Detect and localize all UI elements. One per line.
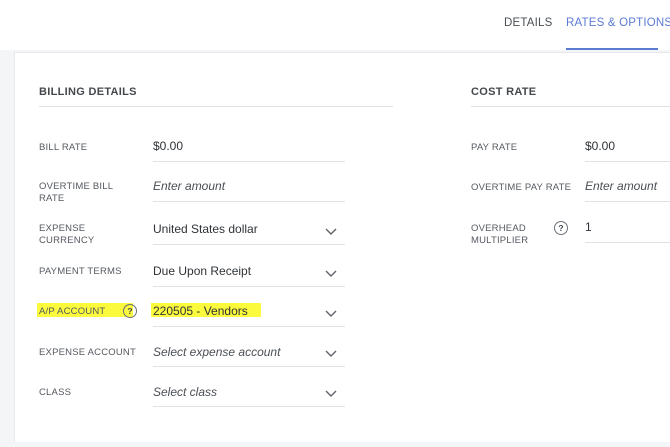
chevron-down-icon[interactable] bbox=[324, 388, 338, 398]
pay-rate-input[interactable]: $0.00 bbox=[585, 139, 615, 153]
chevron-down-icon[interactable] bbox=[324, 308, 338, 318]
overtime-bill-rate-label-line2: RATE bbox=[39, 193, 65, 204]
cost-rate-divider bbox=[471, 106, 670, 107]
bill-rate-input[interactable]: $0.00 bbox=[153, 139, 183, 153]
expense-account-underline bbox=[153, 366, 345, 367]
overtime-bill-rate-input[interactable]: Enter amount bbox=[153, 179, 225, 193]
overtime-bill-rate-label-line1: OVERTIME BILL bbox=[39, 181, 114, 192]
bill-rate-label: BILL RATE bbox=[39, 142, 88, 153]
overtime-pay-rate-underline bbox=[585, 201, 670, 202]
help-circle-icon[interactable]: ? bbox=[554, 221, 568, 235]
tab-details[interactable]: DETAILS bbox=[504, 17, 552, 29]
active-tab-indicator bbox=[566, 48, 658, 50]
bill-rate-underline bbox=[153, 161, 345, 162]
payment-terms-select[interactable]: Due Upon Receipt bbox=[153, 264, 251, 278]
overtime-pay-rate-input[interactable]: Enter amount bbox=[585, 179, 657, 193]
overhead-multiplier-underline bbox=[585, 242, 670, 243]
top-tab-bar: DETAILS RATES & OPTIONS bbox=[0, 0, 670, 50]
overtime-bill-rate-label: OVERTIME BILL RATE bbox=[39, 181, 139, 205]
ap-account-select[interactable]: 220505 - Vendors bbox=[153, 304, 248, 318]
chevron-down-icon[interactable] bbox=[324, 226, 338, 236]
overtime-pay-rate-label: OVERTIME PAY RATE bbox=[471, 182, 572, 193]
expense-currency-label-line2: CURRENCY bbox=[39, 235, 95, 246]
overhead-multiplier-label-line2: MULTIPLIER bbox=[471, 235, 529, 246]
tab-rates-options[interactable]: RATES & OPTIONS bbox=[566, 17, 670, 29]
overhead-multiplier-label-line1: OVERHEAD bbox=[471, 223, 526, 234]
billing-details-title: BILLING DETAILS bbox=[39, 86, 137, 98]
pay-rate-underline bbox=[585, 161, 670, 162]
chevron-down-icon[interactable] bbox=[324, 348, 338, 358]
rates-options-panel: BILLING DETAILS BILL RATE $0.00 OVERTIME… bbox=[14, 52, 670, 442]
payment-terms-underline bbox=[153, 286, 345, 287]
expense-currency-label-line1: EXPENSE bbox=[39, 223, 86, 234]
expense-account-label: EXPENSE ACCOUNT bbox=[39, 347, 136, 358]
class-underline bbox=[153, 406, 345, 407]
expense-currency-label: EXPENSE CURRENCY bbox=[39, 223, 139, 247]
billing-details-divider bbox=[39, 106, 393, 107]
expense-account-select[interactable]: Select expense account bbox=[153, 345, 280, 359]
expense-currency-select[interactable]: United States dollar bbox=[153, 222, 258, 236]
expense-currency-underline bbox=[153, 244, 345, 245]
overtime-bill-rate-underline bbox=[153, 201, 345, 202]
ap-account-underline bbox=[153, 326, 345, 327]
class-label: CLASS bbox=[39, 387, 72, 398]
overhead-multiplier-input[interactable]: 1 bbox=[585, 220, 592, 234]
pay-rate-label: PAY RATE bbox=[471, 142, 518, 153]
cost-rate-title: COST RATE bbox=[471, 86, 537, 98]
panel-bottom-edge bbox=[0, 442, 670, 447]
help-circle-icon[interactable]: ? bbox=[123, 304, 137, 318]
chevron-down-icon[interactable] bbox=[324, 268, 338, 278]
payment-terms-label: PAYMENT TERMS bbox=[39, 266, 122, 277]
class-select[interactable]: Select class bbox=[153, 385, 217, 399]
